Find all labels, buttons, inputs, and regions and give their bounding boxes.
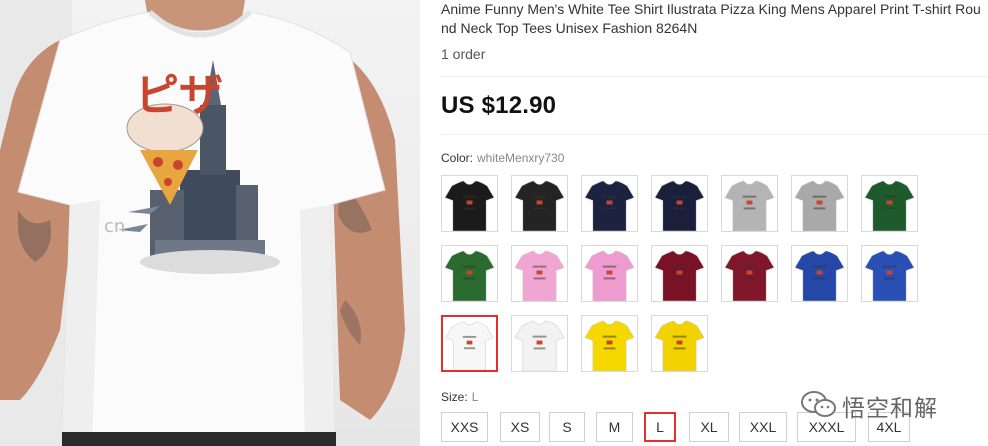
tshirt-thumbnail-icon	[582, 246, 637, 301]
tshirt-thumbnail-icon	[512, 316, 567, 371]
color-swatch-navy[interactable]	[581, 175, 638, 232]
size-option-xxs[interactable]: XXS	[441, 412, 488, 442]
tshirt-thumbnail-icon	[652, 176, 707, 231]
color-swatch-navy-2[interactable]	[651, 175, 708, 232]
tshirt-thumbnail-icon	[652, 316, 707, 371]
color-swatch-yellow[interactable]	[581, 315, 638, 372]
color-swatch-yellow-2[interactable]	[651, 315, 708, 372]
size-option-xs[interactable]: XS	[500, 412, 540, 442]
size-label-row: Size: L	[441, 390, 478, 404]
tshirt-thumbnail-icon	[512, 246, 567, 301]
tshirt-thumbnail-icon	[722, 176, 777, 231]
tshirt-thumbnail-icon	[443, 317, 496, 370]
print-katakana: ピザ	[135, 70, 223, 121]
color-swatch-forest-green[interactable]	[861, 175, 918, 232]
color-swatch-royal-blue-2[interactable]	[861, 245, 918, 302]
product-info-panel: Anime Funny Men's White Tee Shirt Ilustr…	[441, 0, 988, 446]
watermark-text: 悟空和解	[842, 396, 938, 422]
size-option-l[interactable]: L	[644, 412, 676, 442]
watermark: 悟空和解	[800, 386, 980, 422]
tshirt-thumbnail-icon	[582, 176, 637, 231]
tshirt-thumbnail-icon	[792, 176, 847, 231]
color-swatch-white-2[interactable]	[511, 315, 568, 372]
divider	[441, 134, 988, 135]
product-price: US $12.90	[441, 92, 557, 119]
selected-size-value: L	[471, 390, 479, 404]
color-swatch-gray[interactable]	[791, 175, 848, 232]
tshirt-thumbnail-icon	[442, 176, 497, 231]
tshirt-thumbnail-icon	[582, 316, 637, 371]
product-main-image[interactable]: ピザ cn	[0, 0, 420, 446]
color-swatch-white[interactable]	[441, 315, 498, 372]
divider	[441, 76, 988, 77]
tshirt-thumbnail-icon	[862, 176, 917, 231]
selected-color-value: whiteMenxry730	[477, 151, 565, 165]
color-label: Color:	[441, 151, 474, 165]
model-tshirt-illustration: ピザ cn	[0, 0, 405, 446]
color-swatch-black-2[interactable]	[511, 175, 568, 232]
size-option-s[interactable]: S	[549, 412, 585, 442]
color-swatch-royal-blue[interactable]	[791, 245, 848, 302]
size-label: Size:	[441, 390, 468, 404]
tshirt-thumbnail-icon	[792, 246, 847, 301]
tshirt-thumbnail-icon	[652, 246, 707, 301]
tshirt-thumbnail-icon	[722, 246, 777, 301]
product-title: Anime Funny Men's White Tee Shirt Ilustr…	[441, 1, 981, 36]
size-option-m[interactable]: M	[596, 412, 633, 442]
color-swatch-light-gray[interactable]	[721, 175, 778, 232]
color-label-row: Color: whiteMenxry730	[441, 151, 564, 165]
tshirt-thumbnail-icon	[512, 176, 567, 231]
order-count: 1 order	[441, 46, 486, 62]
size-option-xl[interactable]: XL	[689, 412, 729, 442]
wechat-icon	[801, 391, 836, 417]
color-swatch-pink[interactable]	[511, 245, 568, 302]
color-swatch-maroon[interactable]	[651, 245, 708, 302]
tshirt-thumbnail-icon	[862, 246, 917, 301]
color-swatch-green[interactable]	[441, 245, 498, 302]
color-swatch-maroon-2[interactable]	[721, 245, 778, 302]
color-swatch-black[interactable]	[441, 175, 498, 232]
size-option-xxl[interactable]: XXL	[739, 412, 787, 442]
color-swatch-pink-2[interactable]	[581, 245, 638, 302]
print-caption: cn	[104, 216, 125, 237]
tshirt-thumbnail-icon	[442, 246, 497, 301]
